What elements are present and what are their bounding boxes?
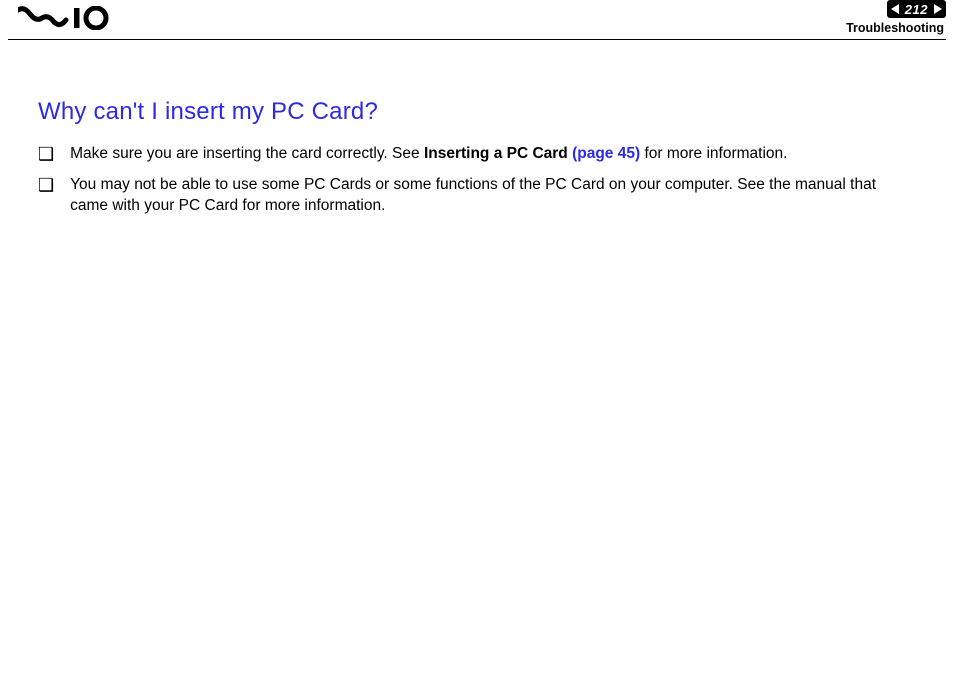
page-navigator: 212	[887, 0, 946, 18]
page-heading: Why can't I insert my PC Card?	[38, 98, 916, 126]
bullet-text: You may not be able to use some PC Cards…	[70, 175, 916, 217]
vaio-logo	[18, 6, 114, 30]
text-segment: Make sure you are inserting the card cor…	[70, 145, 424, 162]
next-page-arrow-icon[interactable]	[934, 4, 942, 14]
bullet-text: Make sure you are inserting the card cor…	[70, 144, 916, 165]
section-title: Troubleshooting	[846, 21, 944, 35]
page-number: 212	[903, 2, 930, 17]
list-item: ❑ Make sure you are inserting the card c…	[38, 144, 916, 165]
text-segment: You may not be able to use some PC Cards…	[70, 176, 876, 214]
text-segment: for more information.	[640, 145, 787, 162]
bold-text: Inserting a PC Card	[424, 145, 572, 162]
bullet-marker-icon: ❑	[38, 176, 54, 194]
page-content: Why can't I insert my PC Card? ❑ Make su…	[0, 40, 954, 217]
bullet-list: ❑ Make sure you are inserting the card c…	[38, 144, 916, 217]
list-item: ❑ You may not be able to use some PC Car…	[38, 175, 916, 217]
header-nav-block: 212 Troubleshooting	[846, 0, 946, 35]
page-reference-link[interactable]: (page 45)	[572, 145, 640, 162]
bullet-marker-icon: ❑	[38, 145, 54, 163]
prev-page-arrow-icon[interactable]	[891, 4, 899, 14]
page-header: 212 Troubleshooting	[8, 0, 946, 40]
